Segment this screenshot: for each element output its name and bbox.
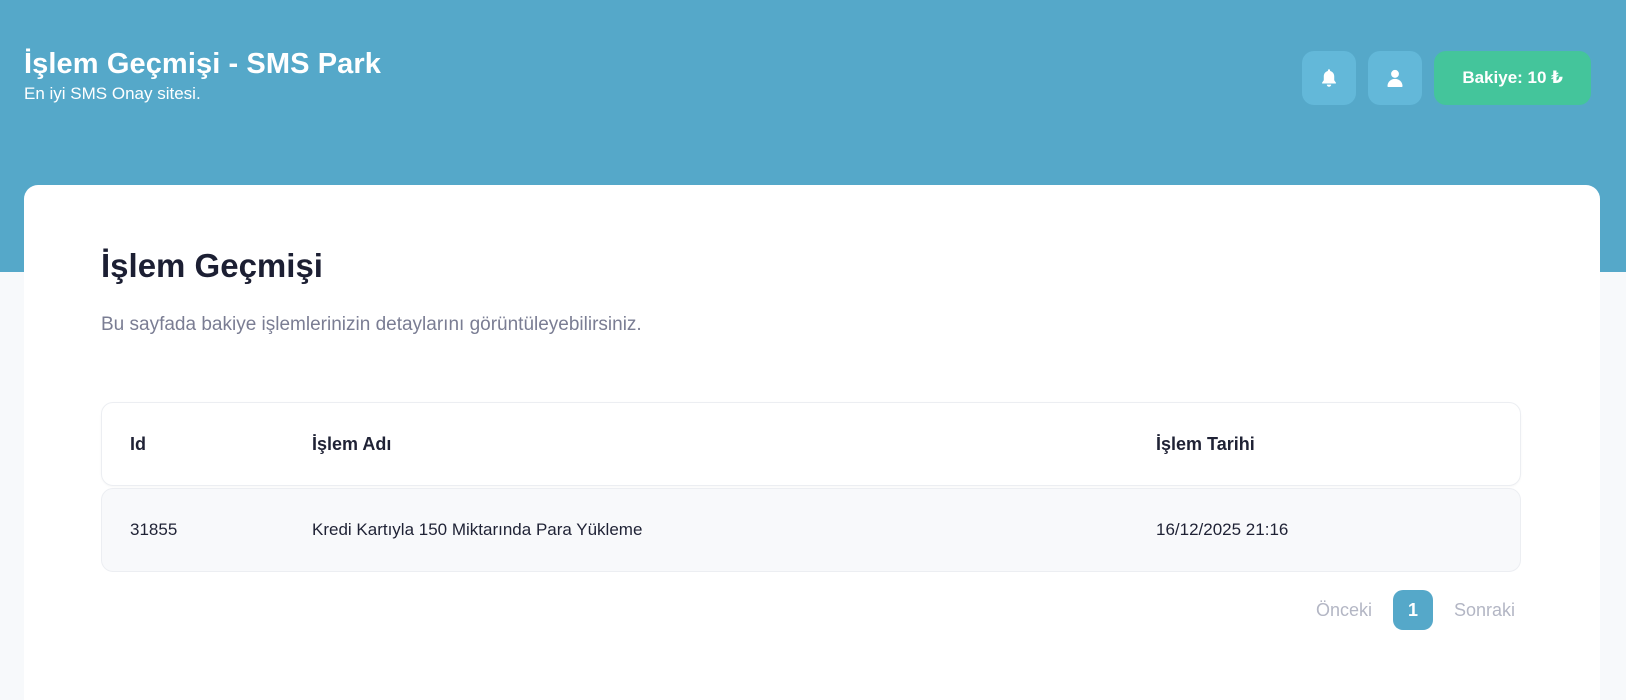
column-header-name: İşlem Adı [312,433,392,454]
row-id: 31855 [130,520,178,539]
page-1-button[interactable]: 1 [1392,590,1433,630]
next-page-button[interactable]: Sonraki [1454,600,1515,621]
table-header: Id İşlem Adı İşlem Tarihi [101,402,1521,486]
content-card: İşlem Geçmişi Bu sayfada bakiye işlemler… [24,185,1600,700]
table-row: 31855 Kredi Kartıyla 150 Miktarında Para… [101,488,1521,572]
row-date: 16/12/2025 21:16 [1156,520,1289,539]
row-name: Kredi Kartıyla 150 Miktarında Para Yükle… [312,520,643,539]
site-subtitle: En iyi SMS Onay sitesi. [24,84,201,103]
site-title: İşlem Geçmişi - SMS Park [24,48,382,80]
notifications-button[interactable] [1302,51,1357,105]
column-header-date: İşlem Tarihi [1156,433,1255,454]
column-header-id: Id [130,433,146,454]
header-actions: Bakiye: 10 ₺ [1302,51,1591,105]
page-description: Bu sayfada bakiye işlemlerinizin detayla… [101,314,642,335]
page: İşlem Geçmişi - SMS Park En iyi SMS Onay… [0,0,1626,700]
balance-button[interactable]: Bakiye: 10 ₺ [1434,51,1591,105]
page-title: İşlem Geçmişi [101,247,323,284]
bell-icon [1318,67,1340,89]
user-icon [1384,67,1406,89]
profile-button[interactable] [1368,51,1423,105]
previous-page-button[interactable]: Önceki [1316,600,1372,621]
brand: İşlem Geçmişi - SMS Park En iyi SMS Onay… [24,46,381,105]
transactions-table: Id İşlem Adı İşlem Tarihi 31855 Kredi Ka… [101,402,1521,572]
pagination: Önceki 1 Sonraki [1316,590,1515,630]
